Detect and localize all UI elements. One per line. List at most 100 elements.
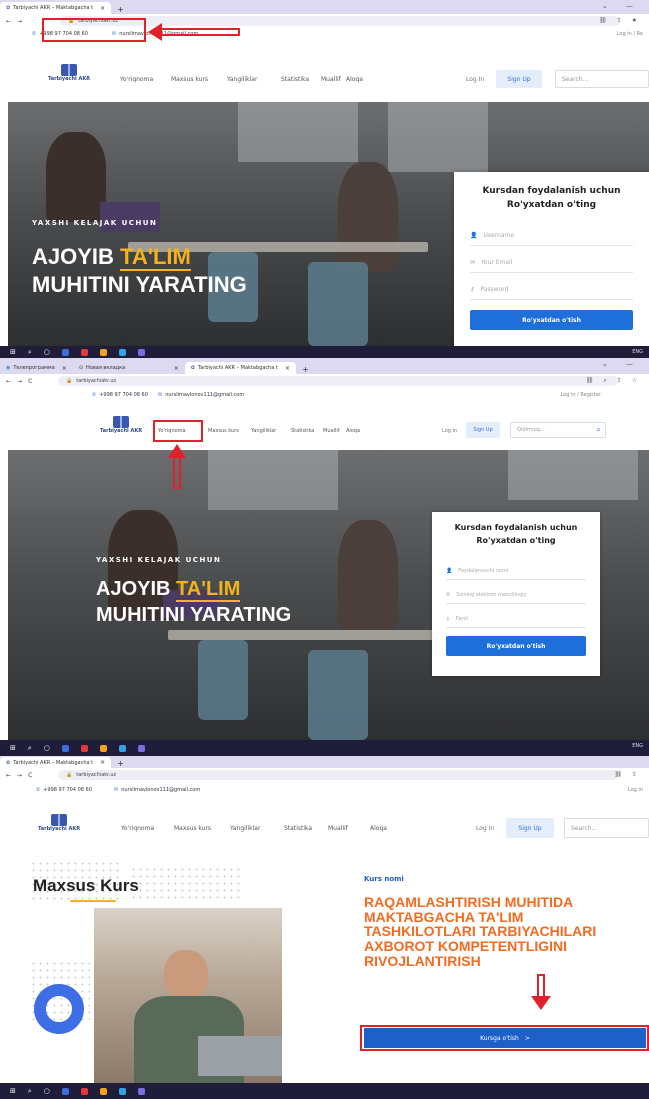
login-register-link[interactable]: Log in / Re xyxy=(617,31,643,37)
login-button[interactable]: Log In xyxy=(476,825,494,832)
start-icon[interactable]: ⊞ xyxy=(10,348,16,356)
new-tab-icon[interactable]: + xyxy=(296,365,315,374)
email-contact[interactable]: ✉ nurslimavlonov111@gmail.com xyxy=(114,787,200,793)
login-register-link[interactable]: Log in xyxy=(628,787,643,793)
app-icon[interactable] xyxy=(118,1087,126,1095)
nav-maxsus-kurs[interactable]: Maxsus kurs xyxy=(171,76,208,83)
back-icon[interactable]: ← xyxy=(6,378,11,385)
app-icon[interactable] xyxy=(61,1087,69,1095)
register-button[interactable]: Ro'yxatdan o'tish xyxy=(470,310,633,330)
browser-tab-active[interactable]: ✿ Tarbiyachi AKR – Maktabgacha t × xyxy=(0,2,112,14)
app-icon[interactable] xyxy=(137,744,145,752)
back-icon[interactable]: ← xyxy=(6,18,11,25)
nav-statistika[interactable]: Statistika xyxy=(281,76,309,83)
app-icon[interactable] xyxy=(61,348,69,356)
signup-button[interactable]: Sign Up xyxy=(466,422,500,438)
search-icon[interactable]: ⌕ xyxy=(28,348,32,357)
circle-icon[interactable]: ○ xyxy=(44,348,50,356)
username-field[interactable]: 👤 Foydalanuvchi nomi xyxy=(446,562,586,580)
forward-icon[interactable]: → xyxy=(17,772,22,779)
signup-button[interactable]: Sign Up xyxy=(506,818,554,838)
reload-icon[interactable]: C xyxy=(28,378,32,385)
search-icon[interactable]: ⌕ xyxy=(597,425,601,435)
browser-tab[interactable]: ⊙ Новая вкладка × xyxy=(73,362,185,374)
app-icon[interactable] xyxy=(137,348,145,356)
window-controls[interactable]: ⌄ — xyxy=(602,2,641,10)
browser-tab-active[interactable]: ✿ Tarbiyachi AKR – Maktabgacha t × xyxy=(184,362,296,374)
circle-icon[interactable]: ○ xyxy=(44,1087,50,1095)
system-tray[interactable]: ENG xyxy=(632,743,643,749)
site-logo[interactable]: Tarbiyachi AKR xyxy=(38,814,80,832)
start-icon[interactable]: ⊞ xyxy=(10,744,16,752)
back-icon[interactable]: ← xyxy=(6,772,11,779)
phone-contact[interactable]: ✆ +998 97 704 08 60 xyxy=(36,787,92,793)
close-tab-icon[interactable]: × xyxy=(285,365,290,372)
site-logo[interactable]: Tarbiyachi AKR xyxy=(48,64,90,82)
site-logo[interactable]: Tarbiyachi AKR xyxy=(100,416,142,434)
nav-muallif[interactable]: Muallif xyxy=(323,428,339,434)
nav-aloqa[interactable]: Aloqa xyxy=(370,825,387,832)
password-field[interactable]: ⚷ Password xyxy=(470,280,633,300)
app-icon[interactable] xyxy=(118,348,126,356)
nav-maxsus-kurs[interactable]: Maxsus kurs xyxy=(208,428,239,434)
browser-actions-icons[interactable]: ⛓ ⌕ ⇪ ☆ xyxy=(586,377,641,385)
start-icon[interactable]: ⊞ xyxy=(10,1087,16,1095)
phone-contact[interactable]: ✆ +998 97 704 08 60 xyxy=(92,392,148,398)
close-tab-icon[interactable]: × xyxy=(100,5,105,12)
password-field[interactable]: ⚷ Parol xyxy=(446,610,586,628)
nav-yoriqnoma[interactable]: Yo'riqnoma xyxy=(120,76,153,83)
app-icon[interactable] xyxy=(118,744,126,752)
login-button[interactable]: Log in xyxy=(442,428,457,434)
login-button[interactable]: Log In xyxy=(466,76,484,83)
nav-aloqa[interactable]: Aloqa xyxy=(346,428,360,434)
browser-tab-active[interactable]: ✿ Tarbiyachi AKR – Maktabgacha t × xyxy=(0,757,112,768)
new-tab-icon[interactable]: + xyxy=(111,5,130,14)
nav-aloqa[interactable]: Aloqa xyxy=(346,76,363,83)
url-field[interactable]: 🔒 tarbiyachiakr.uz xyxy=(58,770,618,780)
login-register-link[interactable]: Log in / Register xyxy=(560,392,601,398)
nav-yoriqnoma[interactable]: Yo'riqnoma xyxy=(121,825,154,832)
nav-statistika[interactable]: Statistika xyxy=(291,428,314,434)
search-input[interactable]: Qidirmoq... ⌕ xyxy=(510,422,606,438)
nav-maxsus-kurs[interactable]: Maxsus kurs xyxy=(174,825,211,832)
system-tray[interactable]: ENG xyxy=(632,349,643,355)
browser-tab[interactable]: ◉ Телепрограмма × xyxy=(0,362,73,374)
course-title: RAQAMLASHTIRISH MUHITIDA MAKTABGACHA TA'… xyxy=(364,895,596,968)
search-input[interactable]: Search... xyxy=(555,70,649,88)
nav-muallif[interactable]: Muallif xyxy=(321,76,341,83)
nav-yangiliklar[interactable]: Yangiliklar xyxy=(251,428,276,434)
search-icon[interactable]: ⌕ xyxy=(28,744,32,753)
close-tab-icon[interactable]: × xyxy=(100,759,105,766)
app-icon[interactable] xyxy=(80,744,88,752)
nav-yangiliklar[interactable]: Yangiliklar xyxy=(230,825,260,832)
new-tab-icon[interactable]: + xyxy=(111,759,130,768)
close-tab-icon[interactable]: × xyxy=(62,365,67,372)
search-icon[interactable]: ⌕ xyxy=(28,1087,32,1096)
nav-muallif[interactable]: Muallif xyxy=(328,825,348,832)
browser-actions-icons[interactable]: ⛓ ⇪ xyxy=(614,771,641,778)
chrome-icon[interactable] xyxy=(99,348,107,356)
circle-icon[interactable]: ○ xyxy=(44,744,50,752)
app-icon[interactable] xyxy=(80,348,88,356)
nav-yangiliklar[interactable]: Yangiliklar xyxy=(227,76,257,83)
nav-statistika[interactable]: Statistika xyxy=(284,825,312,832)
app-icon[interactable] xyxy=(137,1087,145,1095)
forward-icon[interactable]: → xyxy=(17,18,22,25)
forward-icon[interactable]: → xyxy=(17,378,22,385)
signup-button[interactable]: Sign Up xyxy=(496,70,542,88)
email-field[interactable]: ✉ Sizning elektron manzilingiz xyxy=(446,586,586,604)
register-button[interactable]: Ro'yxatdan o'tish xyxy=(446,636,586,656)
window-controls[interactable]: ⌄ — xyxy=(602,360,641,368)
search-input[interactable]: Search... xyxy=(564,818,649,838)
chrome-icon[interactable] xyxy=(99,744,107,752)
app-icon[interactable] xyxy=(61,744,69,752)
browser-actions-icons[interactable]: ⛓ ⇪ ★ xyxy=(599,17,641,24)
app-icon[interactable] xyxy=(80,1087,88,1095)
url-field[interactable]: 🔒 tarbiyachiakr.uz xyxy=(58,376,618,386)
email-contact[interactable]: ✉ nurslimavlonov111@gmail.com xyxy=(158,392,244,398)
email-field[interactable]: ✉ Your Email xyxy=(470,253,633,273)
username-field[interactable]: 👤 Username xyxy=(470,226,633,246)
close-tab-icon[interactable]: × xyxy=(174,365,179,372)
chrome-icon[interactable] xyxy=(99,1087,107,1095)
reload-icon[interactable]: C xyxy=(28,772,32,779)
